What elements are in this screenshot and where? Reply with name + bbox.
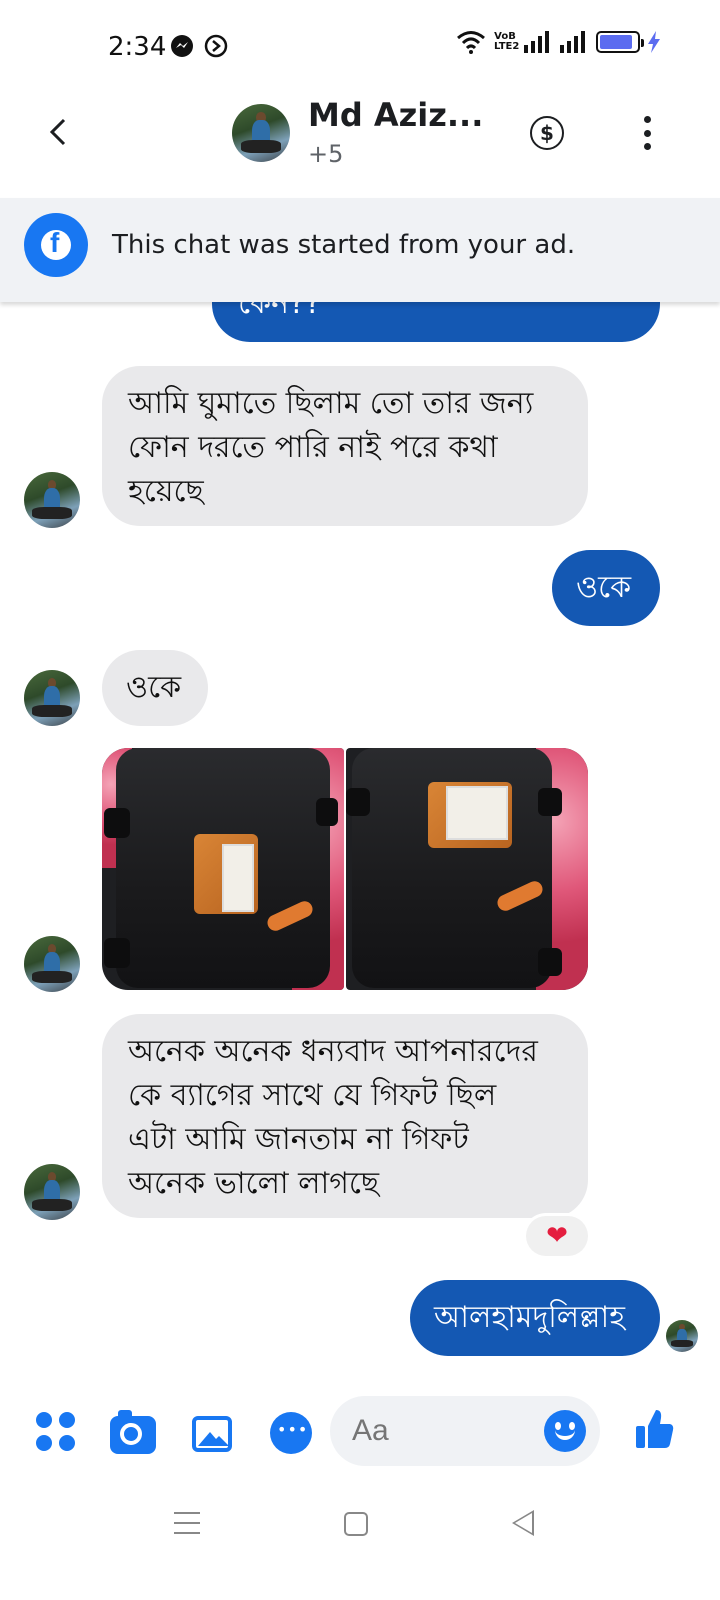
- dollar-icon: $: [540, 121, 554, 145]
- gallery-icon[interactable]: [192, 1416, 232, 1452]
- message-text-line: এটা আমি জানতাম না গিফট: [128, 1122, 469, 1157]
- chat-options-icon[interactable]: [270, 1412, 312, 1454]
- thumbs-up-icon[interactable]: [632, 1406, 676, 1450]
- signal-strength-icon-2: [560, 31, 585, 53]
- message-bubble-outgoing[interactable]: কেন??: [212, 302, 660, 342]
- participants-count: +5: [308, 140, 344, 168]
- message-text: ওকে: [126, 670, 182, 705]
- message-text-line: ফোন দরতে পারি নাই পরে কথা: [128, 430, 498, 465]
- status-bar: 2:34 VoB LTE2: [0, 0, 720, 90]
- message-text-line: আমি ঘুমাতে ছিলাম তো তার জন্য: [128, 386, 534, 421]
- message-text-line: অনেক ভালো লাগছে: [128, 1166, 380, 1201]
- sender-avatar[interactable]: [24, 670, 80, 726]
- recent-apps-icon[interactable]: [174, 1512, 200, 1534]
- chat-header: Md Aziz... +5 $: [0, 90, 720, 198]
- photo-attachment-1[interactable]: [102, 748, 344, 990]
- system-back-icon[interactable]: [512, 1510, 534, 1536]
- message-list[interactable]: কেন?? আমি ঘুমাতে ছিলাম তো তার জন্য ফোন দ…: [0, 302, 720, 1382]
- signal-strength-icon-1: [524, 31, 549, 53]
- message-bubble-incoming[interactable]: আমি ঘুমাতে ছিলাম তো তার জন্য ফোন দরতে পা…: [102, 366, 588, 526]
- sender-avatar[interactable]: [24, 472, 80, 528]
- message-bubble-incoming[interactable]: অনেক অনেক ধন্যবাদ আপনারদের কে ব্যাগের সা…: [102, 1014, 588, 1218]
- message-text-line: কে ব্যাগের সাথে যে গিফট ছিল: [128, 1078, 497, 1113]
- heart-reaction[interactable]: ❤: [526, 1216, 588, 1256]
- payment-dollar-button[interactable]: $: [530, 116, 564, 150]
- charging-bolt-icon: [648, 31, 660, 53]
- heart-icon: ❤: [546, 1221, 568, 1251]
- message-text: ওকে: [576, 570, 632, 605]
- message-text-line: অনেক অনেক ধন্যবাদ আপনারদের: [128, 1034, 538, 1069]
- home-icon[interactable]: [344, 1512, 368, 1536]
- message-composer: [0, 1384, 720, 1484]
- sender-avatar[interactable]: [24, 1164, 80, 1220]
- read-receipt-avatar: [666, 1320, 698, 1352]
- photo-attachment-2[interactable]: [346, 748, 588, 990]
- camera-icon[interactable]: [110, 1410, 156, 1454]
- contact-name[interactable]: Md Aziz...: [308, 96, 483, 134]
- volte-indicator: VoB LTE2: [494, 31, 520, 52]
- ad-banner-text: This chat was started from your ad.: [112, 230, 576, 260]
- ad-origin-banner: This chat was started from your ad.: [0, 198, 720, 302]
- more-options-icon[interactable]: [642, 116, 652, 150]
- emoji-icon[interactable]: [544, 1410, 586, 1452]
- message-text: কেন??: [238, 302, 321, 321]
- message-bubble-outgoing[interactable]: ওকে: [552, 550, 660, 626]
- message-bubble-incoming[interactable]: ওকে: [102, 650, 208, 726]
- status-time: 2:34: [108, 32, 167, 62]
- messenger-notification-icon: [171, 35, 193, 57]
- sender-avatar[interactable]: [24, 936, 80, 992]
- wifi-icon: [457, 31, 485, 54]
- status-right-group: VoB LTE2: [456, 30, 660, 54]
- more-actions-icon[interactable]: [36, 1412, 76, 1452]
- message-bubble-outgoing[interactable]: আলহামদুলিল্লাহ: [410, 1280, 660, 1356]
- battery-icon: [596, 31, 644, 53]
- system-nav-bar: [0, 1484, 720, 1600]
- message-text: আলহামদুলিল্লাহ: [434, 1300, 625, 1335]
- sync-notification-icon: [204, 34, 228, 58]
- message-text-line: হয়েছে: [128, 474, 204, 509]
- facebook-logo-icon: [24, 213, 88, 277]
- back-arrow-icon[interactable]: [40, 112, 80, 152]
- contact-avatar[interactable]: [232, 104, 290, 162]
